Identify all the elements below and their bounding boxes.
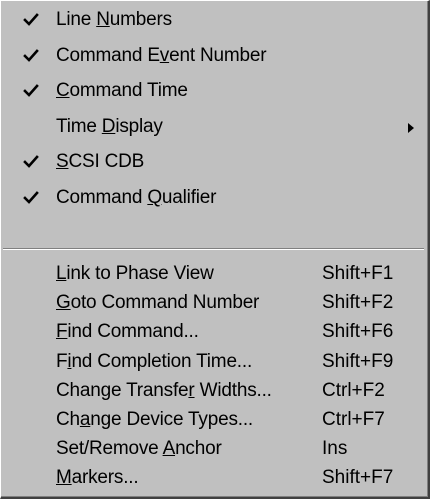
menu-item-label: Change Device Types... xyxy=(56,409,253,430)
menu-item-markers[interactable]: Markers... Shift+F7 xyxy=(1,463,428,492)
menu-item-label: Command Time xyxy=(56,80,188,102)
menu-item-shortcut: Ctrl+F7 xyxy=(322,409,385,430)
menu-item-label: Command Qualifier xyxy=(56,187,217,208)
menu-item-label: SCSI CDB xyxy=(56,151,145,173)
check-icon xyxy=(23,145,41,180)
menu-item-shortcut: Ins xyxy=(322,438,348,460)
menu-item-change-device-types[interactable]: Change Device Types... Ctrl+F7 xyxy=(1,405,428,434)
menu-item-shortcut: Ctrl+F2 xyxy=(322,379,385,401)
menu-item-shortcut: Shift+F2 xyxy=(322,292,394,314)
menu-item-time-display[interactable]: Time Display xyxy=(1,110,428,144)
check-icon xyxy=(23,74,41,109)
menu-item-change-transfer-widths[interactable]: Change Transfer Widths... Ctrl+F2 xyxy=(1,376,428,405)
menu-item-label: Set/Remove Anchor xyxy=(56,438,222,460)
check-icon-glyph xyxy=(23,84,39,98)
check-icon-glyph xyxy=(23,191,39,204)
menu-item-line-numbers[interactable]: Line Numbers xyxy=(1,3,428,37)
menu-separator xyxy=(3,248,424,250)
menu-item-scsi-cdb[interactable]: SCSI CDB xyxy=(1,145,428,179)
check-icon-glyph xyxy=(23,13,39,26)
menu-item-shortcut: Shift+F1 xyxy=(322,263,394,284)
menu-item-link-to-phase-view[interactable]: Link to Phase View Shift+F1 xyxy=(1,259,428,288)
check-icon xyxy=(23,181,41,216)
menu-item-shortcut: Shift+F6 xyxy=(322,321,394,343)
menu-item-command-event-number[interactable]: Command Event Number xyxy=(1,39,428,73)
menu-item-label: Command Event Number xyxy=(56,44,267,66)
check-icon xyxy=(23,3,41,38)
menu-item-label: Change Transfer Widths... xyxy=(56,379,272,401)
menu-item-goto-command-number[interactable]: Goto Command Number Shift+F2 xyxy=(1,288,428,317)
menu-item-command-qualifier[interactable]: Command Qualifier xyxy=(1,181,428,215)
menu-item-label: Link to Phase View xyxy=(56,263,214,284)
menu-item-label: Line Numbers xyxy=(56,9,172,30)
menu-item-shortcut: Shift+F9 xyxy=(322,350,394,372)
context-menu: Line Numbers Command Event Number Comman… xyxy=(0,0,430,499)
menu-item-label: Find Completion Time... xyxy=(56,350,253,372)
check-icon-glyph xyxy=(23,48,39,62)
menu-item-find-command[interactable]: Find Command... Shift+F6 xyxy=(1,317,428,346)
menu-item-label: Find Command... xyxy=(56,321,199,343)
menu-item-command-time[interactable]: Command Time xyxy=(1,74,428,108)
menu-item-set-remove-anchor[interactable]: Set/Remove Anchor Ins xyxy=(1,434,428,463)
check-icon-glyph xyxy=(23,155,39,169)
check-icon xyxy=(23,39,41,74)
menu-item-label: Goto Command Number xyxy=(56,292,260,314)
menu-item-shortcut: Shift+F7 xyxy=(322,467,394,489)
menu-item-label: Time Display xyxy=(56,115,163,137)
menu-item-label: Markers... xyxy=(56,467,139,489)
menu-item-find-completion-time[interactable]: Find Completion Time... Shift+F9 xyxy=(1,347,428,376)
submenu-arrow-icon xyxy=(408,122,414,133)
